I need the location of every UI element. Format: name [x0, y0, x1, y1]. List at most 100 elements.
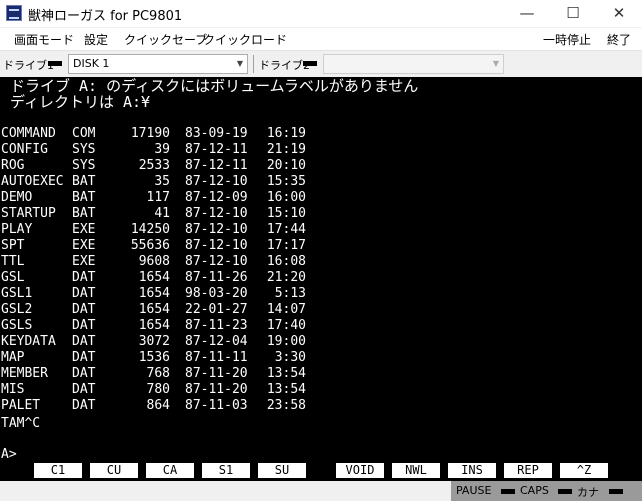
function-key-9: REP — [504, 463, 552, 478]
file-time: 16:19 — [266, 126, 306, 141]
emulator-screen[interactable]: ドライブ A: のディスクにはボリュームラベルがありません ディレクトリは A:… — [0, 77, 642, 481]
function-key-1: C1 — [34, 463, 82, 478]
file-date: 87-12-11 — [185, 142, 248, 157]
file-name: KEYDATA — [1, 334, 56, 349]
file-size: 35 — [154, 174, 170, 189]
file-ext: DAT — [72, 366, 96, 381]
file-time: 16:00 — [266, 190, 306, 205]
file-time: 13:54 — [266, 382, 306, 397]
title-bar: 獣神ローガス for PC9801 — ☐ ✕ — [0, 0, 642, 28]
file-ext: DAT — [72, 334, 96, 349]
file-size: 17190 — [130, 126, 170, 141]
chevron-down-icon: ▼ — [492, 59, 499, 68]
file-name: SPT — [1, 238, 25, 253]
file-size: 41 — [154, 206, 170, 221]
file-name: MIS — [1, 382, 25, 397]
drive1-select[interactable]: DISK 1 ▼ — [68, 54, 248, 74]
drive1-select-value: DISK 1 — [73, 57, 110, 70]
kana-indicator-label: カナ — [577, 486, 599, 499]
file-time: 20:10 — [266, 158, 306, 173]
break-line: TAM^C — [1, 416, 41, 431]
file-time: 15:10 — [266, 206, 306, 221]
file-ext: DAT — [72, 398, 96, 413]
function-key-7: NWL — [392, 463, 440, 478]
file-size: 1654 — [138, 270, 170, 285]
menu-settings[interactable]: 設定 — [84, 31, 108, 48]
file-size: 780 — [146, 382, 170, 397]
function-key-2: CU — [90, 463, 138, 478]
file-date: 98-03-20 — [185, 286, 248, 301]
file-time: 16:08 — [266, 254, 306, 269]
file-size: 864 — [146, 398, 170, 413]
file-time: 23:58 — [266, 398, 306, 413]
file-date: 87-12-10 — [185, 254, 248, 269]
file-name: PALET — [1, 398, 41, 413]
kana-indicator-led — [609, 489, 623, 494]
caps-indicator-label: CAPS — [520, 484, 549, 497]
file-ext: EXE — [72, 222, 96, 237]
drive1-label: ドライブ1 — [3, 59, 54, 72]
file-size: 1536 — [138, 350, 170, 365]
file-time: 13:54 — [266, 366, 306, 381]
file-date: 87-11-23 — [185, 318, 248, 333]
pause-indicator-label: PAUSE — [456, 484, 492, 497]
drive2-access-led — [303, 61, 317, 66]
file-ext: DAT — [72, 318, 96, 333]
file-time: 5:13 — [274, 286, 306, 301]
file-ext: BAT — [72, 190, 96, 205]
pause-indicator-led — [501, 489, 515, 494]
file-size: 768 — [146, 366, 170, 381]
file-time: 17:40 — [266, 318, 306, 333]
file-size: 2533 — [138, 158, 170, 173]
maximize-button[interactable]: ☐ — [550, 0, 596, 27]
menu-quick-save[interactable]: クイックセーブ — [124, 31, 207, 48]
file-date: 87-11-26 — [185, 270, 248, 285]
file-date: 87-11-11 — [185, 350, 248, 365]
function-key-10: ^Z — [560, 463, 608, 478]
file-name: MEMBER — [1, 366, 48, 381]
file-name: COMMAND — [1, 126, 56, 141]
chevron-down-icon: ▼ — [236, 59, 243, 68]
menu-quick-load[interactable]: クイックロード — [203, 31, 287, 48]
file-name: DEMO — [1, 190, 33, 205]
file-ext: DAT — [72, 302, 96, 317]
file-date: 87-12-09 — [185, 190, 248, 205]
file-time: 19:00 — [266, 334, 306, 349]
file-size: 3072 — [138, 334, 170, 349]
menu-exit[interactable]: 終了 — [607, 31, 631, 48]
menu-screen-mode[interactable]: 画面モード — [14, 31, 74, 48]
menu-pause[interactable]: 一時停止 — [543, 31, 591, 48]
menu-bar: 画面モード 設定 クイックセーブ クイックロード 一時停止 終了 — [0, 28, 642, 50]
file-date: 87-12-10 — [185, 238, 248, 253]
status-indicators: PAUSE CAPS カナ — [451, 481, 642, 501]
toolbar-separator — [253, 55, 254, 73]
file-date: 87-12-04 — [185, 334, 248, 349]
window-title: 獣神ローガス for PC9801 — [28, 9, 183, 24]
file-date: 87-12-10 — [185, 222, 248, 237]
command-prompt: A> — [1, 447, 17, 462]
drive2-select[interactable]: ▼ — [323, 54, 504, 74]
function-key-6: VOID — [336, 463, 384, 478]
file-date: 83-09-19 — [185, 126, 248, 141]
file-date: 87-12-10 — [185, 174, 248, 189]
file-date: 22-01-27 — [185, 302, 248, 317]
directory-message: ディレクトリは A:¥ — [10, 93, 151, 111]
file-ext: BAT — [72, 174, 96, 189]
file-name: TTL — [1, 254, 25, 269]
drive1-access-led — [48, 61, 62, 66]
file-name: MAP — [1, 350, 25, 365]
file-name: STARTUP — [1, 206, 56, 221]
file-size: 14250 — [130, 222, 170, 237]
file-time: 17:17 — [266, 238, 306, 253]
close-button[interactable]: ✕ — [596, 0, 642, 27]
minimize-button[interactable]: — — [504, 0, 550, 27]
file-size: 1654 — [138, 286, 170, 301]
file-date: 87-12-10 — [185, 206, 248, 221]
app-icon — [6, 5, 22, 21]
file-ext: COM — [72, 126, 96, 141]
function-key-3: CA — [146, 463, 194, 478]
file-ext: BAT — [72, 206, 96, 221]
file-size: 1654 — [138, 318, 170, 333]
file-ext: SYS — [72, 142, 96, 157]
file-date: 87-11-20 — [185, 382, 248, 397]
